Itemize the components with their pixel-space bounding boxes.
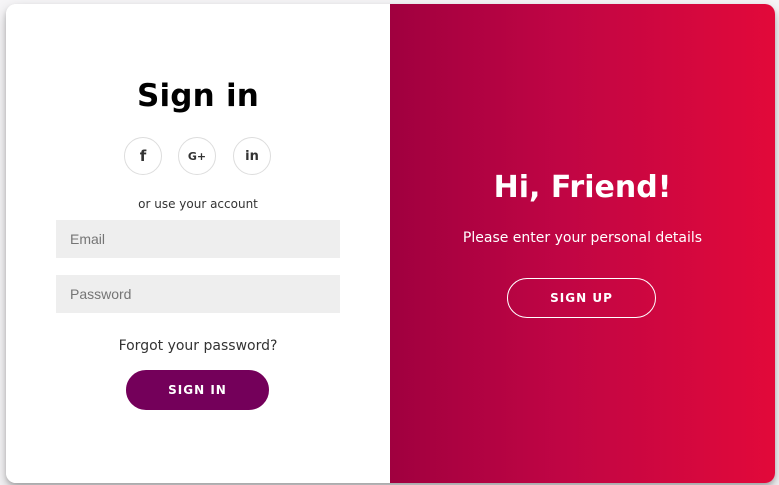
google-plus-button[interactable]: G+	[178, 137, 216, 175]
facebook-button[interactable]: f	[124, 137, 162, 175]
overlay-panel: Hi, Friend! Please enter your personal d…	[390, 4, 775, 483]
linkedin-icon: in	[245, 148, 259, 164]
password-field[interactable]	[56, 275, 340, 313]
sign-up-button[interactable]: SIGN UP	[507, 278, 656, 318]
forgot-password-link[interactable]: Forgot your password?	[6, 338, 390, 354]
facebook-icon: f	[139, 147, 147, 165]
email-field[interactable]	[56, 220, 340, 258]
auth-card: Sign in f G+ in or use your account Forg…	[6, 4, 775, 483]
sign-in-panel: Sign in f G+ in or use your account Forg…	[6, 4, 390, 483]
sign-in-button[interactable]: SIGN IN	[126, 370, 269, 410]
sign-in-title: Sign in	[136, 78, 260, 114]
use-account-hint: or use your account	[138, 197, 258, 211]
google-plus-icon: G+	[187, 149, 207, 163]
overlay-text: Please enter your personal details	[462, 230, 703, 246]
overlay-title: Hi, Friend!	[493, 170, 672, 205]
linkedin-button[interactable]: in	[233, 137, 271, 175]
